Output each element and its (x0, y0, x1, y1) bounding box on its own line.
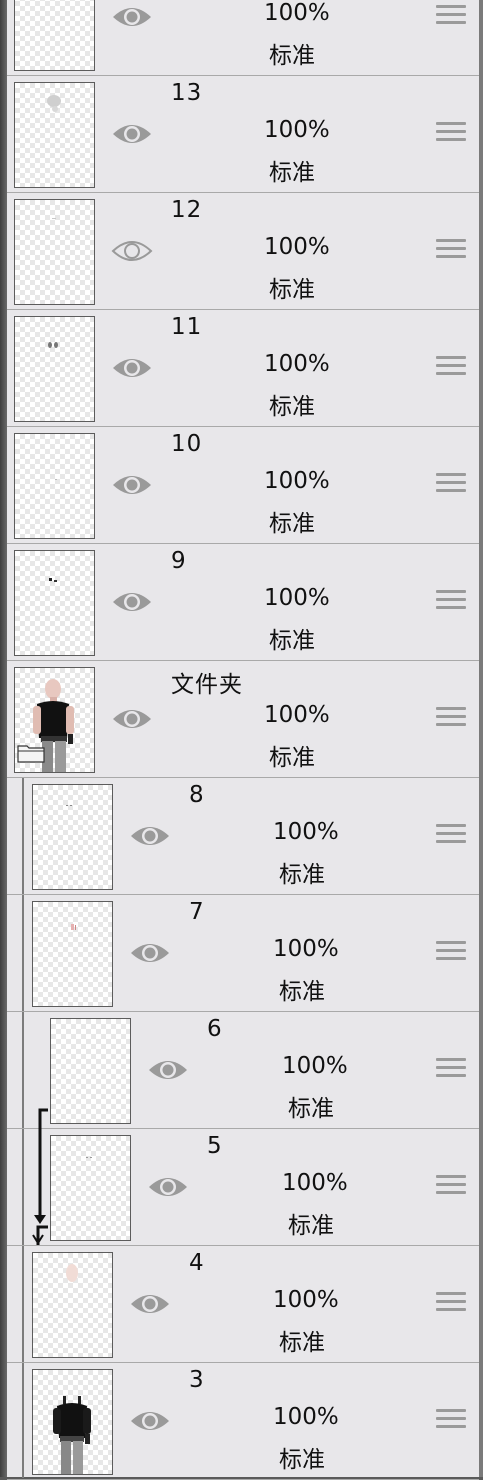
eye-icon[interactable] (111, 470, 153, 500)
layer-name: 12 (171, 197, 203, 223)
layer-blend-mode: 标准 (288, 1096, 334, 1122)
layer-row[interactable]: 100% 标准 (7, 0, 479, 76)
eye-icon[interactable] (111, 119, 153, 149)
drag-handle-icon[interactable] (436, 239, 466, 263)
layer-thumbnail (14, 199, 95, 305)
layer-blend-mode: 标准 (269, 160, 315, 186)
layer-name: 6 (207, 1016, 223, 1042)
layer-row[interactable]: 7 100% 标准 (7, 895, 479, 1012)
drag-handle-icon[interactable] (436, 5, 466, 29)
eye-icon[interactable] (111, 353, 153, 383)
layer-row[interactable]: 11 100% 标准 (7, 310, 479, 427)
layer-opacity: 100% (282, 1170, 348, 1196)
layer-row[interactable]: 12 100% 标准 (7, 193, 479, 310)
layer-blend-mode: 标准 (279, 1330, 325, 1356)
layer-thumbnail (14, 433, 95, 539)
background-left-edge (0, 0, 7, 1477)
eye-icon[interactable] (111, 587, 153, 617)
layer-name: 8 (189, 782, 205, 808)
drag-handle-icon[interactable] (436, 473, 466, 497)
eye-icon[interactable] (111, 236, 153, 266)
layer-opacity: 100% (273, 819, 339, 845)
drag-handle-icon[interactable] (436, 590, 466, 614)
layer-blend-mode: 标准 (269, 277, 315, 303)
layer-opacity: 100% (264, 585, 330, 611)
layer-name: 10 (171, 431, 203, 457)
layer-blend-mode: 标准 (279, 979, 325, 1005)
layer-name: 7 (189, 899, 205, 925)
eye-icon[interactable] (147, 1055, 189, 1085)
layer-thumbnail (14, 82, 95, 188)
clipping-arrow-icon (32, 1108, 48, 1245)
layer-name: 11 (171, 314, 203, 340)
layer-row[interactable]: 3 100% 标准 (7, 1363, 479, 1480)
drag-handle-icon[interactable] (436, 1175, 466, 1199)
layer-row[interactable]: 4 100% 标准 (7, 1246, 479, 1363)
layers-panel: 100% 标准 13 100% 标准 12 100% 标准 11 100% 标准… (7, 0, 479, 1480)
layer-row[interactable]: 10 100% 标准 (7, 427, 479, 544)
layer-blend-mode: 标准 (288, 1213, 334, 1239)
layer-thumbnail (50, 1135, 131, 1241)
layer-row[interactable]: 9 100% 标准 (7, 544, 479, 661)
layer-opacity: 100% (264, 468, 330, 494)
layer-row[interactable]: 13 100% 标准 (7, 76, 479, 193)
layer-thumbnail (14, 550, 95, 656)
eye-icon[interactable] (129, 938, 171, 968)
layer-blend-mode: 标准 (269, 394, 315, 420)
drag-handle-icon[interactable] (436, 1292, 466, 1316)
eye-icon[interactable] (147, 1172, 189, 1202)
eye-icon[interactable] (129, 1406, 171, 1436)
layer-row[interactable]: 5 100% 标准 (7, 1129, 479, 1246)
eye-icon[interactable] (111, 704, 153, 734)
layer-name: 5 (207, 1133, 223, 1159)
layer-thumbnail (32, 1252, 113, 1358)
folder-icon (17, 745, 45, 763)
layer-thumbnail (32, 901, 113, 1007)
layer-name: 4 (189, 1250, 205, 1276)
eye-icon[interactable] (129, 821, 171, 851)
layer-opacity: 100% (282, 1053, 348, 1079)
layer-opacity: 100% (264, 0, 330, 26)
layer-thumbnail (50, 1018, 131, 1124)
layer-thumbnail (32, 1369, 113, 1475)
background-right-edge (479, 0, 483, 1477)
layer-opacity: 100% (264, 702, 330, 728)
layer-row[interactable]: 6 100% 标准 (7, 1012, 479, 1129)
layer-row[interactable]: 8 100% 标准 (7, 778, 479, 895)
layer-blend-mode: 标准 (269, 628, 315, 654)
layer-opacity: 100% (264, 117, 330, 143)
folder-row[interactable]: 文件夹 100% 标准 (7, 661, 479, 778)
layer-blend-mode: 标准 (269, 511, 315, 537)
layer-thumbnail (14, 316, 95, 422)
drag-handle-icon[interactable] (436, 1058, 466, 1082)
layer-opacity: 100% (273, 936, 339, 962)
layer-blend-mode: 标准 (269, 43, 315, 69)
drag-handle-icon[interactable] (436, 1409, 466, 1433)
layer-thumbnail (32, 784, 113, 890)
layer-name: 3 (189, 1367, 205, 1393)
eye-icon[interactable] (111, 2, 153, 32)
layer-name: 13 (171, 80, 203, 106)
layer-name: 文件夹 (171, 672, 243, 698)
drag-handle-icon[interactable] (436, 707, 466, 731)
layer-blend-mode: 标准 (279, 862, 325, 888)
layer-opacity: 100% (264, 234, 330, 260)
layer-blend-mode: 标准 (279, 1447, 325, 1473)
drag-handle-icon[interactable] (436, 356, 466, 380)
layer-opacity: 100% (264, 351, 330, 377)
layer-name: 9 (171, 548, 187, 574)
drag-handle-icon[interactable] (436, 941, 466, 965)
layer-opacity: 100% (273, 1287, 339, 1313)
layer-opacity: 100% (273, 1404, 339, 1430)
drag-handle-icon[interactable] (436, 824, 466, 848)
layer-blend-mode: 标准 (269, 745, 315, 771)
drag-handle-icon[interactable] (436, 122, 466, 146)
layer-thumbnail (14, 0, 95, 71)
eye-icon[interactable] (129, 1289, 171, 1319)
